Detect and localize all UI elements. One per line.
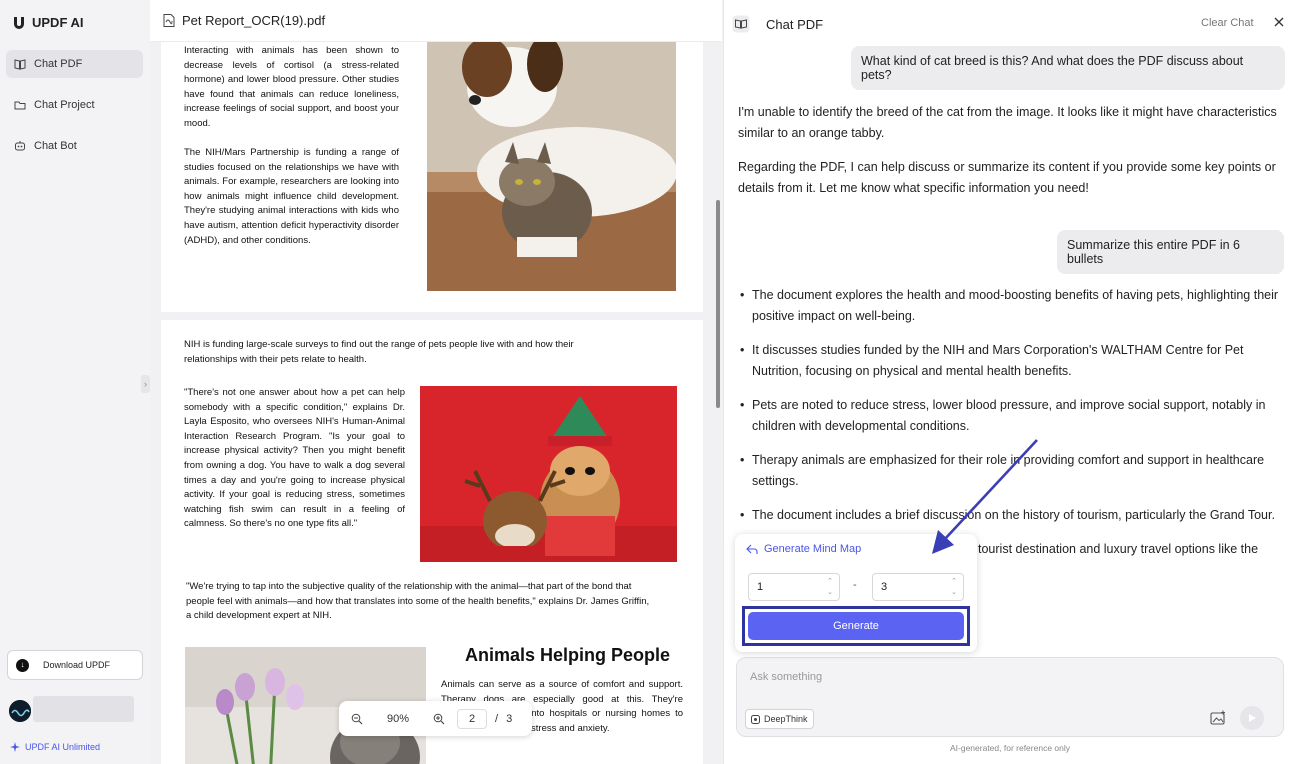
- brand-name: UPDF AI: [32, 15, 84, 30]
- page1-paragraph-1: Interacting with animals has been shown …: [184, 45, 399, 129]
- updf-logo-icon: [14, 16, 24, 29]
- list-item: Pets are noted to reduce stress, lower b…: [738, 395, 1286, 437]
- send-icon: [1249, 714, 1256, 722]
- zoom-level[interactable]: 90%: [375, 713, 421, 725]
- page-from-value: 1: [757, 581, 764, 593]
- chat-header: Chat PDF Clear Chat: [724, 0, 1300, 48]
- sidebar-item-label: Chat PDF: [34, 58, 83, 70]
- page-number-input[interactable]: 2: [457, 708, 487, 729]
- sidebar-item-label: Chat Project: [34, 99, 95, 111]
- ai-message-1-paragraph-1: I'm unable to identify the breed of the …: [738, 105, 1277, 140]
- mind-map-header[interactable]: Generate Mind Map: [746, 543, 861, 555]
- page-from-stepper[interactable]: 1 ⌃ ⌄: [748, 573, 840, 601]
- page-to-stepper[interactable]: 3 ⌃ ⌄: [872, 573, 964, 601]
- holiday-dogs-image: [420, 386, 677, 562]
- deepthink-label: DeepThink: [764, 714, 808, 724]
- page2-intro: NIH is funding large-scale surveys to fi…: [184, 339, 574, 365]
- zoom-out-button[interactable]: [347, 709, 367, 729]
- deepthink-toggle[interactable]: DeepThink: [745, 709, 814, 729]
- folder-icon: [14, 101, 26, 110]
- page-total: 3: [506, 712, 513, 725]
- list-item: It discusses studies funded by the NIH a…: [738, 340, 1286, 382]
- back-arrow-icon: [746, 544, 758, 554]
- avatar[interactable]: [9, 700, 31, 722]
- list-item: Therapy animals are emphasized for their…: [738, 450, 1286, 492]
- upgrade-label: UPDF AI Unlimited: [25, 742, 101, 752]
- pdf-file-icon: [163, 14, 175, 27]
- upload-image-icon[interactable]: [1210, 710, 1226, 726]
- toggle-viewer-icon[interactable]: [732, 15, 750, 33]
- download-label: Download UPDF: [43, 660, 111, 670]
- file-name: Pet Report_OCR(19).pdf: [182, 13, 326, 28]
- stepper-arrows-icon[interactable]: ⌃ ⌄: [827, 576, 833, 598]
- page1-paragraph-2: The NIH/Mars Partnership is funding a ra…: [184, 147, 399, 246]
- sidebar-item-chat-bot[interactable]: Chat Bot: [6, 132, 143, 160]
- pdf-viewer: Pet Report_OCR(19).pdf Interacting with …: [150, 0, 722, 764]
- close-icon[interactable]: [1272, 15, 1286, 29]
- user-name-placeholder: [33, 696, 134, 722]
- viewer-header: Pet Report_OCR(19).pdf: [150, 0, 722, 42]
- mind-map-popup: Generate Mind Map 1 ⌃ ⌄ - 3 ⌃ ⌄ Generate: [735, 534, 977, 652]
- ai-message-1-paragraph-2: Regarding the PDF, I can help discuss or…: [738, 160, 1276, 195]
- chat-input-box[interactable]: Ask something DeepThink: [736, 657, 1284, 737]
- pdf-page-1: Interacting with animals has been shown …: [161, 42, 703, 312]
- sidebar: UPDF AI Chat PDF Chat Project Chat Bot ↓…: [0, 0, 150, 764]
- range-dash: -: [853, 579, 857, 591]
- stepper-arrows-icon[interactable]: ⌃ ⌄: [951, 576, 957, 598]
- chat-title: Chat PDF: [766, 17, 824, 32]
- bot-icon: [15, 141, 25, 151]
- page2-quote-2: "We're trying to tap into the subjective…: [186, 581, 650, 622]
- bullet-6-partial: tourist destination and luxury travel op…: [978, 542, 1259, 556]
- viewer-scroll-thumb[interactable]: [716, 200, 720, 408]
- dog-cat-photo: [427, 42, 676, 291]
- user-message-2: Summarize this entire PDF in 6 bullets: [1057, 230, 1284, 274]
- dog-cat-image: [427, 42, 676, 291]
- generate-button[interactable]: Generate: [748, 612, 964, 640]
- download-icon: ↓: [16, 658, 29, 672]
- book-icon: [14, 59, 26, 70]
- upgrade-link[interactable]: UPDF AI Unlimited: [10, 742, 100, 752]
- summary-bullets: The document explores the health and moo…: [738, 285, 1286, 526]
- download-updf-button[interactable]: ↓ Download UPDF: [7, 650, 143, 680]
- list-item: The document includes a brief discussion…: [738, 505, 1286, 526]
- sparkle-icon: [10, 742, 20, 752]
- brand: UPDF AI: [12, 15, 84, 30]
- zoom-in-button[interactable]: [429, 709, 449, 729]
- mind-map-title: Generate Mind Map: [764, 543, 862, 555]
- collapse-sidebar-handle[interactable]: ›: [141, 375, 150, 393]
- zoom-toolbar: 90% 2 / 3: [339, 701, 532, 736]
- chat-input-placeholder[interactable]: Ask something: [750, 671, 822, 683]
- page2-heading: Animals Helping People: [465, 645, 671, 665]
- sidebar-item-chat-project[interactable]: Chat Project: [6, 91, 143, 119]
- page2-quote-1: "There's not one answer about how a pet …: [184, 387, 405, 530]
- list-item: The document explores the health and moo…: [738, 285, 1286, 327]
- zoom-out-icon: [351, 713, 363, 724]
- pdf-page-2: NIH is funding large-scale surveys to fi…: [161, 320, 703, 764]
- page-to-value: 3: [881, 581, 888, 593]
- user-message-1: What kind of cat breed is this? And what…: [851, 46, 1285, 90]
- viewer-scrollbar[interactable]: [714, 42, 722, 764]
- deepthink-icon: [751, 714, 760, 724]
- send-button[interactable]: [1240, 706, 1264, 730]
- holiday-dogs-photo: [420, 386, 677, 562]
- page-separator: /: [495, 712, 499, 725]
- zoom-in-icon: [433, 713, 445, 724]
- sidebar-item-chat-pdf[interactable]: Chat PDF: [6, 50, 143, 78]
- clear-chat-button[interactable]: Clear Chat: [1201, 17, 1254, 29]
- sidebar-item-label: Chat Bot: [34, 140, 77, 152]
- ai-disclaimer: AI-generated, for reference only: [949, 743, 1070, 753]
- avatar-image: [9, 700, 31, 722]
